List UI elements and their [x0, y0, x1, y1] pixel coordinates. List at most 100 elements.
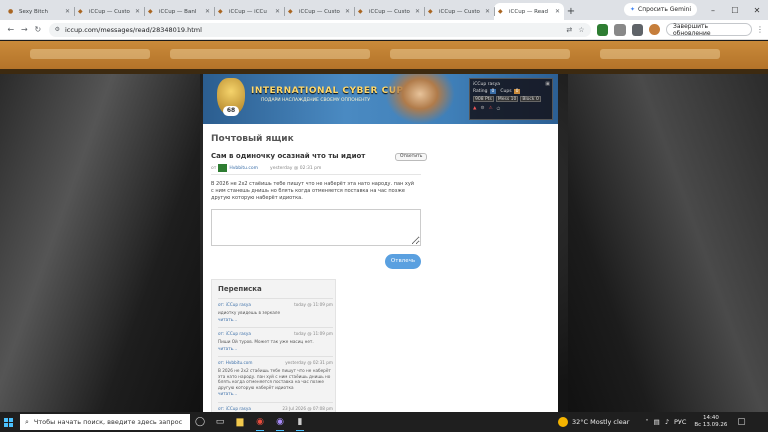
message-subject: Сам в одиночку осазнай что ты идиот: [211, 152, 366, 160]
messages-field[interactable]: Mess 10: [495, 95, 519, 102]
maximize-icon[interactable]: ☐: [724, 0, 746, 20]
nav-links-blurred[interactable]: [30, 49, 150, 59]
bookmark-star-icon[interactable]: ☆: [578, 26, 584, 34]
close-window-icon[interactable]: ✕: [746, 0, 768, 20]
browser-tab[interactable]: ◆ iCCup — iCCu ✕: [214, 3, 284, 20]
extensions-puzzle-icon[interactable]: [631, 23, 644, 36]
volume-icon[interactable]: ♪: [665, 418, 669, 426]
banner-subtitle: ПОДАРИ НАСЛАЖДЕНИЕ СВОЕМУ ОППОНЕНТУ: [261, 98, 370, 103]
translate-icon[interactable]: ⇄: [566, 26, 572, 34]
close-tab-icon[interactable]: ✕: [135, 8, 140, 15]
task-view-icon[interactable]: ◯: [190, 412, 210, 432]
browser-tab[interactable]: ◆ iCCup — Custo ✕: [354, 3, 424, 20]
forward-icon[interactable]: →: [18, 23, 32, 37]
finish-update-button[interactable]: Завершить обновление: [666, 23, 752, 37]
message-meta: от Hvbbitu.com yesterday @ 02:31 pm: [211, 164, 322, 172]
network-icon[interactable]: ▤: [654, 418, 660, 426]
ask-gemini-button[interactable]: ✦ Спросить Gemini: [624, 3, 698, 16]
list-item: от: iCCup rasya 23 Jul 2026 @ 07:08 pm: [218, 402, 333, 411]
new-tab-button[interactable]: +: [564, 3, 578, 20]
rating-badge: 0: [489, 89, 497, 94]
browser-toolbar: ← → ↻ ⚙ iccup.com/messages/read/28348019…: [0, 20, 768, 40]
browser-tab[interactable]: ◆ iCCup — Banl ✕: [144, 3, 214, 20]
browser-tab[interactable]: ● Sexy Bitch ✕: [4, 3, 74, 20]
back-icon[interactable]: ←: [4, 23, 18, 37]
username[interactable]: iCCup rasya: [473, 82, 500, 87]
tab-favicon-icon: ◆: [218, 8, 223, 15]
url-text: iccup.com/messages/read/28348019.html: [64, 25, 202, 34]
divider: [211, 174, 421, 175]
settings-icon[interactable]: ⚙: [480, 106, 484, 111]
nav-links-blurred[interactable]: [390, 49, 570, 59]
close-tab-icon[interactable]: ✕: [275, 8, 280, 15]
start-button[interactable]: [0, 412, 16, 432]
windows-taskbar: ⌕ Чтобы начать поиск, введите здесь запро…: [0, 412, 768, 432]
language-indicator[interactable]: РУС: [674, 418, 686, 426]
browser-tab[interactable]: ◆ iCCup — Custo ✕: [284, 3, 354, 20]
browser-tab-active[interactable]: ◆ iCCup — Read ✕: [494, 3, 564, 20]
background-art-left: [0, 74, 200, 412]
tab-favicon-icon: ●: [8, 8, 14, 15]
exit-icon[interactable]: ⏻: [497, 106, 501, 112]
notifications-icon[interactable]: ▢: [731, 412, 751, 432]
browser-tab[interactable]: ◆ iCCup — Custo ✕: [424, 3, 494, 20]
points-field[interactable]: 908 Pts: [473, 95, 494, 102]
taskbar-search-input[interactable]: ⌕ Чтобы начать поиск, введите здесь запро…: [20, 414, 190, 430]
minimize-icon[interactable]: –: [702, 0, 724, 20]
tab-favicon-icon: ◆: [428, 8, 433, 15]
level-badge: 68: [223, 106, 239, 116]
windows-logo-icon: [3, 417, 13, 427]
chevron-up-icon[interactable]: ˄: [645, 418, 648, 426]
reload-icon[interactable]: ↻: [31, 23, 45, 37]
taskbar-clock[interactable]: 14:40 Вс 13.09.26: [694, 415, 727, 429]
address-bar[interactable]: ⚙ iccup.com/messages/read/28348019.html …: [48, 22, 591, 37]
warning-icon[interactable]: ⚠: [489, 106, 493, 111]
reply-textarea[interactable]: [211, 209, 421, 246]
extension-icon[interactable]: [596, 23, 609, 36]
correspondence-panel: Переписка от: iCCup rasya today @ 11:09 p…: [211, 279, 336, 412]
background-art-right: [568, 74, 768, 412]
profile-avatar[interactable]: [649, 24, 661, 35]
sender-avatar[interactable]: [218, 164, 228, 172]
site-banner: 68 INTERNATIONAL CYBER CUP ПОДАРИ НАСЛАЖ…: [203, 74, 558, 124]
reply-button[interactable]: Ответить: [395, 153, 428, 161]
send-reply-button[interactable]: Отвлечь: [385, 254, 421, 269]
browser-tab[interactable]: ◆ iCCup — Custo ✕: [74, 3, 144, 20]
file-explorer-icon[interactable]: ▆: [230, 412, 250, 432]
read-more-link[interactable]: читать...: [218, 317, 333, 322]
read-more-link[interactable]: читать...: [218, 346, 333, 351]
search-icon: ⌕: [25, 417, 29, 426]
site-top-navigation: [0, 41, 768, 74]
close-tab-icon[interactable]: ✕: [555, 8, 560, 15]
task-view-icon[interactable]: ▭: [210, 412, 230, 432]
chrome-icon[interactable]: ◉: [250, 412, 270, 432]
app-icon[interactable]: ▮: [290, 412, 310, 432]
nav-links-blurred[interactable]: [170, 49, 370, 59]
tab-favicon-icon: ◆: [288, 8, 293, 15]
close-tab-icon[interactable]: ✕: [65, 8, 70, 15]
main-content: 68 INTERNATIONAL CYBER CUP ПОДАРИ НАСЛАЖ…: [203, 74, 558, 412]
alert-icon[interactable]: ▲: [473, 106, 476, 111]
sun-icon: [558, 417, 568, 427]
close-tab-icon[interactable]: ✕: [205, 8, 210, 15]
nav-links-blurred[interactable]: [600, 49, 720, 59]
message-body: В 2026 не 2х2 стаёишь тебе пишут что не …: [211, 181, 415, 201]
block-field[interactable]: Block 0: [520, 95, 541, 102]
sender-link[interactable]: Hvbbitu.com: [229, 166, 258, 171]
system-tray: ˄ ▤ ♪ РУС: [645, 418, 686, 426]
close-tab-icon[interactable]: ✕: [345, 8, 350, 15]
tab-favicon-icon: ◆: [78, 8, 83, 15]
close-tab-icon[interactable]: ✕: [485, 8, 490, 15]
extension-icon[interactable]: [614, 23, 626, 36]
discord-icon[interactable]: ◉: [270, 412, 290, 432]
browser-menu-icon[interactable]: ⋮: [756, 25, 764, 34]
web-page: 68 INTERNATIONAL CYBER CUP ПОДАРИ НАСЛАЖ…: [0, 41, 768, 412]
window-controls: – ☐ ✕: [702, 0, 768, 20]
weather-widget[interactable]: 32°C Mostly clear: [558, 417, 629, 427]
close-tab-icon[interactable]: ✕: [415, 8, 420, 15]
page-title: Почтовый ящик: [211, 134, 294, 144]
read-more-link[interactable]: читать...: [218, 391, 333, 396]
site-info-icon[interactable]: ⚙: [55, 26, 60, 33]
tab-favicon-icon: ◆: [148, 8, 153, 15]
close-icon[interactable]: ▣: [545, 81, 550, 87]
